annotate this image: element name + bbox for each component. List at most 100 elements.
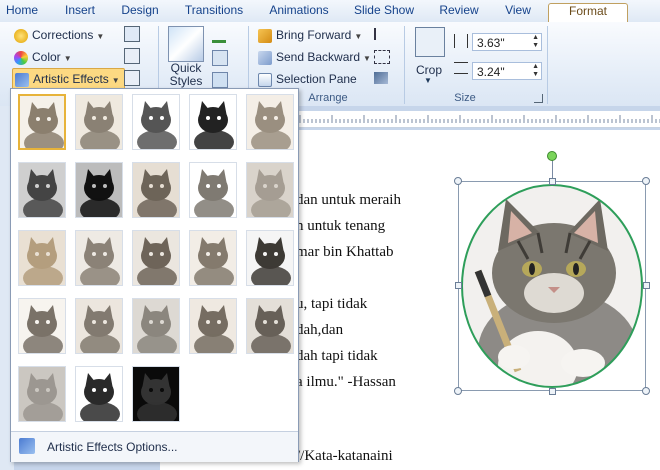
- picture-layout-icon[interactable]: [212, 72, 228, 88]
- artistic-effect-thumbnail[interactable]: [18, 230, 66, 286]
- artistic-effect-thumbnail[interactable]: [75, 230, 123, 286]
- width-input[interactable]: 3.24" ▲ ▼: [472, 62, 542, 80]
- artistic-effect-thumbnail[interactable]: [246, 298, 294, 354]
- resize-handle-top-left[interactable]: [454, 177, 462, 185]
- crop-icon[interactable]: [415, 27, 445, 57]
- artistic-effect-thumbnail[interactable]: [18, 298, 66, 354]
- tab-home[interactable]: Home: [0, 3, 44, 22]
- corrections-icon: [14, 28, 28, 43]
- picture-effects-icon[interactable]: [212, 50, 228, 66]
- quick-styles-button[interactable]: Quick Styles: [163, 62, 209, 88]
- cat-thumbnail-icon: [190, 95, 236, 149]
- artistic-effects-button[interactable]: Artistic Effects ▼: [12, 68, 125, 90]
- rotate-icon[interactable]: [374, 72, 388, 84]
- cat-picture: [458, 181, 646, 391]
- selected-picture[interactable]: [458, 181, 646, 391]
- resize-handle-bottom-left[interactable]: [454, 387, 462, 395]
- spinner-arrows-icon[interactable]: ▲ ▼: [532, 63, 539, 79]
- chevron-down-icon: ▼: [354, 32, 363, 41]
- height-input[interactable]: 3.63" ▲ ▼: [472, 33, 542, 51]
- tab-view[interactable]: View: [496, 3, 540, 22]
- resize-handle-top[interactable]: [549, 178, 556, 185]
- artistic-effect-thumbnail[interactable]: [18, 366, 66, 422]
- send-backward-button[interactable]: Send Backward ▼: [258, 47, 371, 67]
- compress-pictures-icon[interactable]: [124, 26, 140, 42]
- tab-animations[interactable]: Animations: [262, 3, 336, 22]
- artistic-effect-thumbnail[interactable]: [75, 366, 123, 422]
- cat-thumbnail-icon: [76, 231, 122, 285]
- artistic-effect-thumbnail[interactable]: [132, 162, 180, 218]
- picture-border-icon[interactable]: [212, 28, 226, 43]
- chevron-down-icon: ▼: [63, 54, 72, 63]
- dialog-launcher-icon[interactable]: [534, 94, 543, 103]
- tab-review[interactable]: Review: [432, 3, 486, 22]
- artistic-effect-thumbnail[interactable]: [132, 298, 180, 354]
- artistic-effect-thumbnail[interactable]: [132, 230, 180, 286]
- width-icon: [454, 62, 468, 74]
- tab-insert[interactable]: Insert: [52, 3, 108, 22]
- cat-thumbnail-icon: [19, 231, 65, 285]
- group-separator: [547, 26, 548, 104]
- slide-text-line: dah tapi tidak: [296, 348, 378, 364]
- chevron-down-icon: ▼: [111, 76, 120, 85]
- artistic-effects-icon: [15, 72, 29, 87]
- cat-thumbnail-icon: [190, 299, 236, 353]
- artistic-effect-thumbnail[interactable]: [132, 366, 180, 422]
- tab-transitions[interactable]: Transitions: [178, 3, 250, 22]
- reset-picture-icon[interactable]: [124, 70, 140, 86]
- artistic-effect-thumbnail[interactable]: [189, 94, 237, 150]
- slide-text-line: mar bin Khattab: [296, 244, 394, 260]
- corrections-button[interactable]: Corrections ▼: [14, 25, 104, 45]
- cat-thumbnail-icon: [76, 95, 122, 149]
- cat-thumbnail-icon: [133, 163, 179, 217]
- tab-format[interactable]: Format: [548, 3, 628, 23]
- chevron-down-icon: ▼: [424, 76, 432, 85]
- cat-thumbnail-icon: [190, 231, 236, 285]
- artistic-effect-thumbnail[interactable]: [75, 162, 123, 218]
- artistic-effect-thumbnail[interactable]: [246, 230, 294, 286]
- artistic-effect-thumbnail[interactable]: [132, 94, 180, 150]
- cat-thumbnail-icon: [133, 299, 179, 353]
- cat-thumbnail-icon: [76, 367, 122, 421]
- cat-thumbnail-icon: [133, 367, 179, 421]
- rotation-handle[interactable]: [547, 151, 557, 161]
- resize-handle-right[interactable]: [643, 282, 650, 289]
- group-objects-icon[interactable]: [374, 50, 390, 64]
- slide-text-line: dah,dan: [296, 322, 344, 338]
- slide-text-line: a ilmu." -Hassan: [296, 374, 396, 390]
- corrections-label: Corrections: [32, 28, 94, 42]
- slide-text-line: n untuk tenang: [296, 218, 386, 234]
- artistic-effect-thumbnail[interactable]: [18, 94, 66, 150]
- gallery-footer: Artistic Effects Options...: [11, 431, 298, 462]
- resize-handle-top-right[interactable]: [642, 177, 650, 185]
- horizontal-ruler: [296, 111, 660, 128]
- resize-handle-bottom[interactable]: [549, 388, 556, 395]
- change-picture-icon[interactable]: [124, 48, 140, 64]
- selection-pane-button[interactable]: Selection Pane: [258, 69, 357, 89]
- artistic-effects-options-link[interactable]: Artistic Effects Options...: [47, 440, 178, 454]
- tab-slide-show[interactable]: Slide Show: [348, 3, 420, 22]
- artistic-effect-thumbnail[interactable]: [189, 298, 237, 354]
- send-backward-icon: [258, 50, 272, 65]
- width-value: 3.24": [477, 65, 505, 79]
- chevron-down-icon: ▼: [96, 32, 105, 41]
- crop-button[interactable]: Crop: [413, 63, 445, 77]
- cat-thumbnail-icon: [76, 299, 122, 353]
- artistic-effect-thumbnail[interactable]: [189, 230, 237, 286]
- artistic-effect-thumbnail[interactable]: [75, 94, 123, 150]
- artistic-effect-thumbnail[interactable]: [18, 162, 66, 218]
- cat-thumbnail-icon: [20, 96, 64, 148]
- quick-styles-icon[interactable]: [168, 26, 204, 62]
- artistic-effect-thumbnail[interactable]: [75, 298, 123, 354]
- align-icon[interactable]: [374, 28, 390, 40]
- bring-forward-button[interactable]: Bring Forward ▼: [258, 25, 362, 45]
- resize-handle-bottom-right[interactable]: [642, 387, 650, 395]
- artistic-effect-thumbnail[interactable]: [189, 162, 237, 218]
- color-button[interactable]: Color ▼: [14, 47, 72, 67]
- group-separator: [404, 26, 405, 104]
- resize-handle-left[interactable]: [455, 282, 462, 289]
- tab-design[interactable]: Design: [112, 3, 168, 22]
- artistic-effect-thumbnail[interactable]: [246, 94, 294, 150]
- spinner-arrows-icon[interactable]: ▲ ▼: [532, 34, 539, 50]
- artistic-effect-thumbnail[interactable]: [246, 162, 294, 218]
